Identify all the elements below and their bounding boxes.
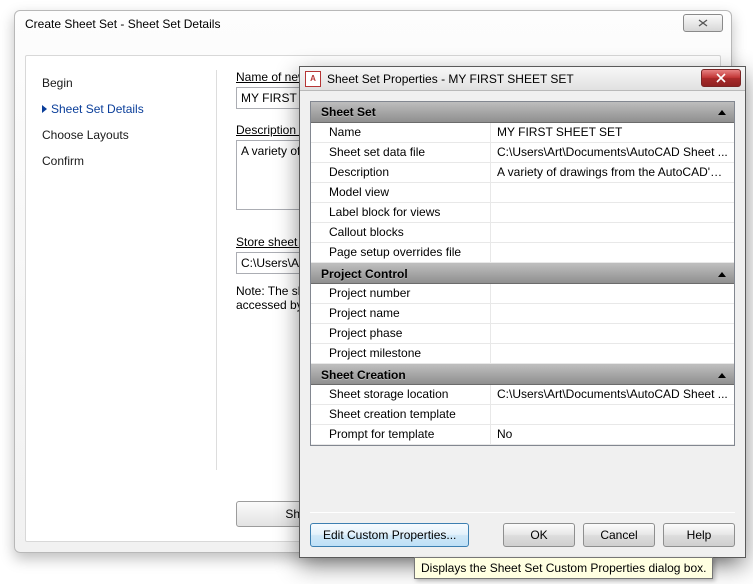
wizard-close-button[interactable] [683, 14, 723, 32]
wizard-step-layouts[interactable]: Choose Layouts [40, 122, 200, 148]
wizard-steps: Begin Sheet Set Details Choose Layouts C… [40, 70, 200, 174]
properties-titlebar: A Sheet Set Properties - MY FIRST SHEET … [300, 67, 745, 91]
section-header-project-control[interactable]: Project Control [311, 263, 734, 284]
section-header-sheet-set[interactable]: Sheet Set [311, 102, 734, 123]
close-icon [714, 73, 728, 83]
prop-row-name[interactable]: NameMY FIRST SHEET SET [311, 123, 734, 143]
collapse-icon [718, 373, 726, 378]
collapse-icon [718, 110, 726, 115]
section-header-sheet-creation[interactable]: Sheet Creation [311, 364, 734, 385]
sheet-set-properties-dialog: A Sheet Set Properties - MY FIRST SHEET … [299, 66, 746, 558]
properties-title: Sheet Set Properties - MY FIRST SHEET SE… [327, 72, 574, 86]
help-button[interactable]: Help [663, 523, 735, 547]
tooltip: Displays the Sheet Set Custom Properties… [414, 557, 713, 579]
wizard-step-details[interactable]: Sheet Set Details [40, 96, 200, 122]
wizard-title: Create Sheet Set - Sheet Set Details [25, 17, 220, 31]
prop-row-project-number[interactable]: Project number [311, 284, 734, 304]
collapse-icon [718, 272, 726, 277]
prop-row-data-file[interactable]: Sheet set data fileC:\Users\Art\Document… [311, 143, 734, 163]
prop-row-project-phase[interactable]: Project phase [311, 324, 734, 344]
triangle-right-icon [42, 105, 47, 113]
wizard-step-confirm[interactable]: Confirm [40, 148, 200, 174]
prop-row-label-block[interactable]: Label block for views [311, 203, 734, 223]
wizard-step-begin[interactable]: Begin [40, 70, 200, 96]
prop-row-project-name[interactable]: Project name [311, 304, 734, 324]
properties-grid: Sheet Set NameMY FIRST SHEET SET Sheet s… [310, 101, 735, 446]
prop-row-callout-blocks[interactable]: Callout blocks [311, 223, 734, 243]
prop-row-creation-template[interactable]: Sheet creation template [311, 405, 734, 425]
properties-close-button[interactable] [701, 69, 741, 87]
prop-row-description[interactable]: DescriptionA variety of drawings from th… [311, 163, 734, 183]
steps-divider [216, 70, 217, 470]
prop-row-model-view[interactable]: Model view [311, 183, 734, 203]
properties-separator [310, 512, 735, 513]
wizard-titlebar: Create Sheet Set - Sheet Set Details [15, 11, 731, 41]
prop-row-project-milestone[interactable]: Project milestone [311, 344, 734, 364]
prop-row-page-setup-overrides[interactable]: Page setup overrides file [311, 243, 734, 263]
autocad-app-icon: A [305, 71, 321, 87]
cancel-button[interactable]: Cancel [583, 523, 655, 547]
edit-custom-properties-button[interactable]: Edit Custom Properties... [310, 523, 469, 547]
prop-row-prompt-template[interactable]: Prompt for templateNo [311, 425, 734, 445]
properties-button-row: Edit Custom Properties... OK Cancel Help [310, 523, 735, 547]
prop-row-storage-location[interactable]: Sheet storage locationC:\Users\Art\Docum… [311, 385, 734, 405]
ok-button[interactable]: OK [503, 523, 575, 547]
close-icon [696, 18, 710, 28]
